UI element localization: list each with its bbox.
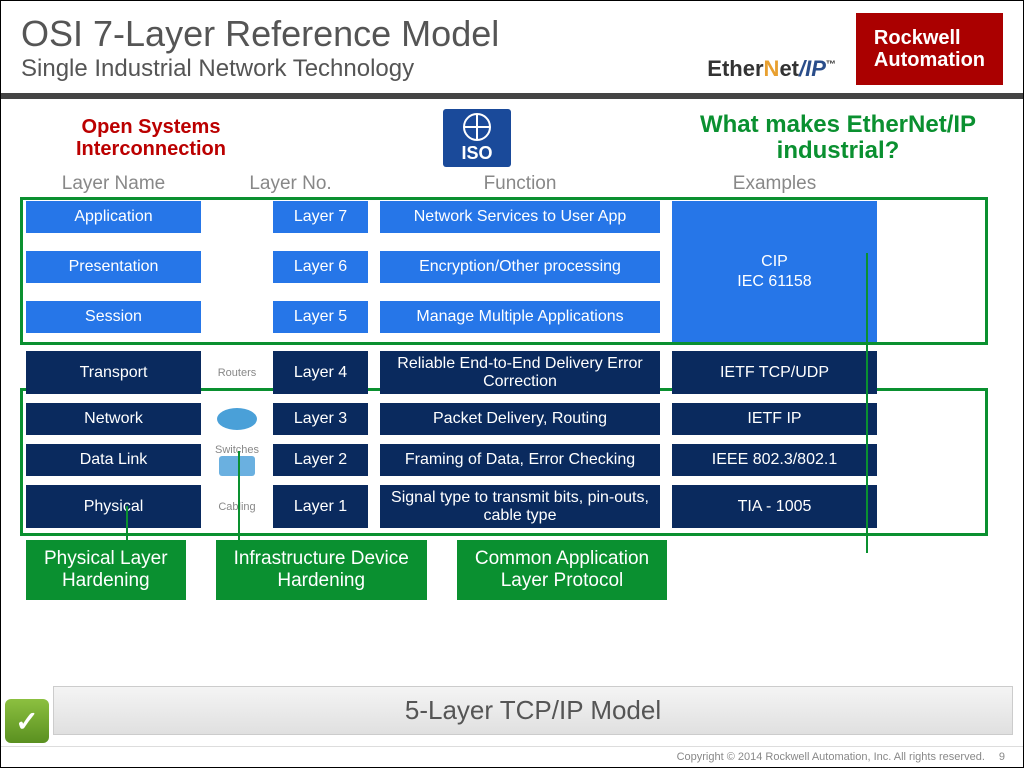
slide-content: Open SystemsInterconnection ISO What mak… [1,99,1023,600]
cell-name: Physical [26,485,201,528]
slide-subtitle: Single Industrial Network Technology [21,55,707,83]
cell-example: IETF TCP/UDP [672,351,877,394]
row-network: Network Layer 3 Packet Delivery, Routing… [26,403,998,435]
cell-num: Layer 4 [273,351,368,394]
cabling-label: Cabling [218,501,255,513]
cell-name: Session [26,301,201,333]
copyright-text: Copyright © 2014 Rockwell Automation, In… [677,751,985,763]
slide-title: OSI 7-Layer Reference Model [21,13,707,55]
connector-line [866,253,868,553]
connector-line [238,451,240,546]
col-layer-name: Layer Name [26,173,201,195]
cell-func: Manage Multiple Applications [380,301,660,333]
copyright-bar: Copyright © 2014 Rockwell Automation, In… [1,746,1023,763]
switches-label: Switches [215,444,259,456]
row-application: Application Layer 7 Network Services to … [26,201,660,233]
cell-func: Signal type to transmit bits, pin-outs, … [380,485,660,528]
cell-name: Application [26,201,201,233]
row-physical: Physical Cabling Layer 1 Signal type to … [26,485,998,528]
col-layer-no: Layer No. [213,173,368,195]
cell-name: Transport [26,351,201,394]
tag-infra-hardening: Infrastructure DeviceHardening [216,540,427,600]
question-heading: What makes EtherNet/IPindustrial? [678,112,998,165]
cell-func: Packet Delivery, Routing [380,403,660,435]
osi-table: Application Layer 7 Network Services to … [26,201,998,528]
switch-icon [219,456,255,476]
cell-func: Encryption/Other processing [380,251,660,283]
bottom-tags: Physical LayerHardening Infrastructure D… [26,540,998,600]
row-transport: Transport Routers Layer 4 Reliable End-t… [26,351,998,394]
check-icon[interactable]: ✓ [5,699,49,743]
routers-label: Routers [218,367,257,379]
col-function: Function [380,173,660,195]
cell-num: Layer 2 [273,444,368,476]
cell-num: Layer 6 [273,251,368,283]
tag-physical-hardening: Physical LayerHardening [26,540,186,600]
cell-func: Framing of Data, Error Checking [380,444,660,476]
cell-num: Layer 7 [273,201,368,233]
slide-header: OSI 7-Layer Reference Model Single Indus… [1,1,1023,99]
row-presentation: Presentation Layer 6 Encryption/Other pr… [26,251,660,283]
cell-name: Presentation [26,251,201,283]
column-headers: Layer Name Layer No. Function Examples [26,173,998,195]
rockwell-badge: RockwellAutomation [856,13,1003,85]
osi-heading: Open SystemsInterconnection [26,116,276,160]
iso-logo: ISO [443,109,511,167]
cell-num: Layer 1 [273,485,368,528]
cell-func: Network Services to User App [380,201,660,233]
cell-example-cip: CIPIEC 61158 [672,201,877,342]
row-session: Session Layer 5 Manage Multiple Applicat… [26,301,660,333]
cell-name: Data Link [26,444,201,476]
cell-name: Network [26,403,201,435]
cell-num: Layer 5 [273,301,368,333]
tag-common-app-protocol: Common ApplicationLayer Protocol [457,540,667,600]
cell-example: TIA - 1005 [672,485,877,528]
router-icon [217,408,257,430]
cell-example: IETF IP [672,403,877,435]
col-examples: Examples [672,173,877,195]
footer-title: 5-Layer TCP/IP Model [53,686,1013,735]
globe-icon [463,113,491,141]
cell-num: Layer 3 [273,403,368,435]
ethernetip-logo: EtherNet/IP™ [707,56,836,82]
page-number: 9 [999,751,1005,763]
cell-func: Reliable End-to-End Delivery Error Corre… [380,351,660,394]
row-datalink: Data Link Switches Layer 2 Framing of Da… [26,444,998,476]
cell-example: IEEE 802.3/802.1 [672,444,877,476]
